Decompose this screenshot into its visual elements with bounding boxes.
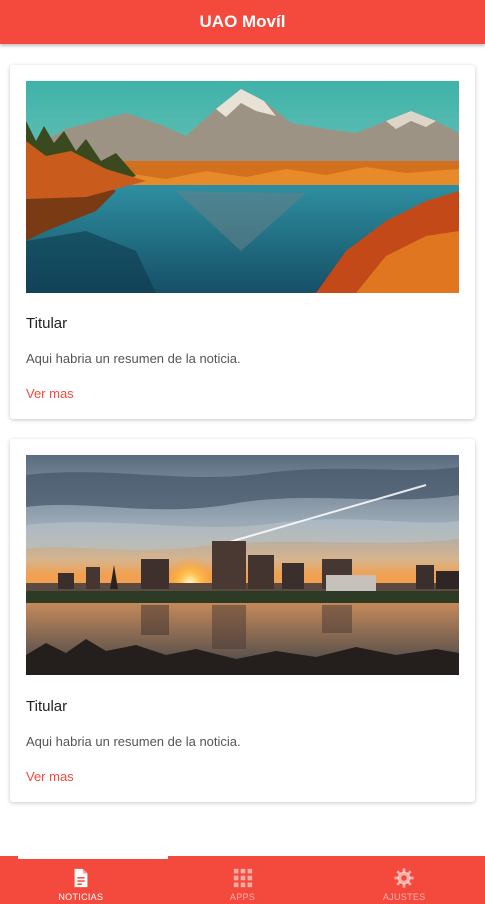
news-image-city-skyline [26, 455, 459, 675]
tab-label: NOTICIAS [58, 892, 104, 902]
ver-mas-link[interactable]: Ver mas [26, 386, 74, 401]
news-card: Titular Aqui habria un resumen de la not… [10, 65, 475, 419]
bottom-tab-bar: NOTICIAS APPS AJUSTES [0, 856, 485, 904]
ver-mas-link[interactable]: Ver mas [26, 769, 74, 784]
news-image-mountain-lake [26, 81, 459, 293]
document-icon [74, 868, 88, 888]
card-title: Titular [26, 698, 68, 715]
card-title: Titular [26, 315, 68, 332]
news-card: Titular Aqui habria un resumen de la not… [10, 439, 475, 802]
tab-noticias[interactable]: NOTICIAS [0, 856, 162, 904]
grid-icon [233, 868, 252, 888]
app-bar: UAO Movíl [0, 0, 485, 44]
tab-apps[interactable]: APPS [162, 856, 324, 904]
tab-label: AJUSTES [382, 892, 426, 902]
tab-ajustes[interactable]: AJUSTES [323, 856, 485, 904]
app-title: UAO Movíl [199, 12, 286, 31]
news-feed[interactable]: Titular Aqui habria un resumen de la not… [0, 44, 485, 856]
card-summary: Aqui habria un resumen de la noticia. [26, 351, 241, 366]
card-summary: Aqui habria un resumen de la noticia. [26, 734, 241, 749]
tab-label: APPS [229, 892, 256, 902]
gear-icon [394, 868, 414, 888]
